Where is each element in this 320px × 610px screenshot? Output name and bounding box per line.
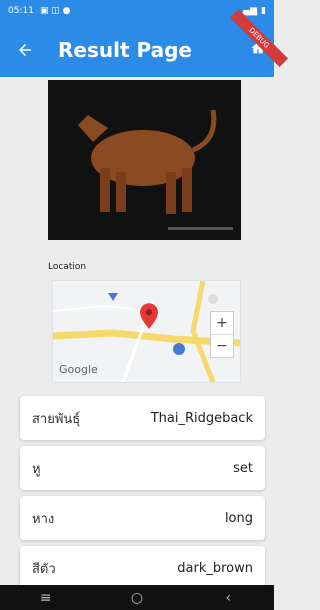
back-nav-icon[interactable]: ‹ (221, 591, 235, 605)
zoom-out-button[interactable]: − (211, 335, 233, 357)
result-label: หาง (32, 511, 55, 527)
result-value: set (233, 460, 253, 476)
result-value: Thai_Ridgeback (150, 410, 253, 426)
result-label: สีตัว (32, 561, 56, 577)
result-value: dark_brown (177, 560, 253, 576)
result-label: สายพันธุ์ (32, 411, 81, 427)
location-map[interactable]: Google + − (52, 280, 241, 383)
result-value: long (224, 510, 253, 526)
zoom-controls: + − (210, 311, 234, 358)
notification-icons: ▣ ◫ ● (39, 6, 71, 16)
map-pin-icon (140, 303, 158, 329)
page-title: Result Page (58, 37, 192, 62)
zoom-in-button[interactable]: + (211, 312, 233, 335)
back-icon[interactable] (16, 41, 34, 59)
result-card-breed: สายพันธุ์ Thai_Ridgeback (20, 396, 265, 440)
system-nav-bar: ≡ ○ ‹ (0, 585, 274, 610)
location-label: Location (48, 262, 87, 272)
result-card-ear: หู set (20, 446, 265, 490)
home-nav-icon[interactable]: ○ (130, 591, 144, 605)
app-bar: Result Page DEBUG (0, 9, 288, 77)
battery-icon: ▮ (261, 6, 266, 16)
dog-photo (48, 80, 241, 240)
google-logo: Google (59, 363, 98, 376)
status-time: 05:11 (8, 6, 34, 16)
recent-apps-icon[interactable]: ≡ (39, 591, 53, 605)
result-card-tail: หาง long (20, 496, 265, 540)
result-label: หู (32, 461, 41, 477)
result-card-color: สีตัว dark_brown (20, 546, 265, 590)
